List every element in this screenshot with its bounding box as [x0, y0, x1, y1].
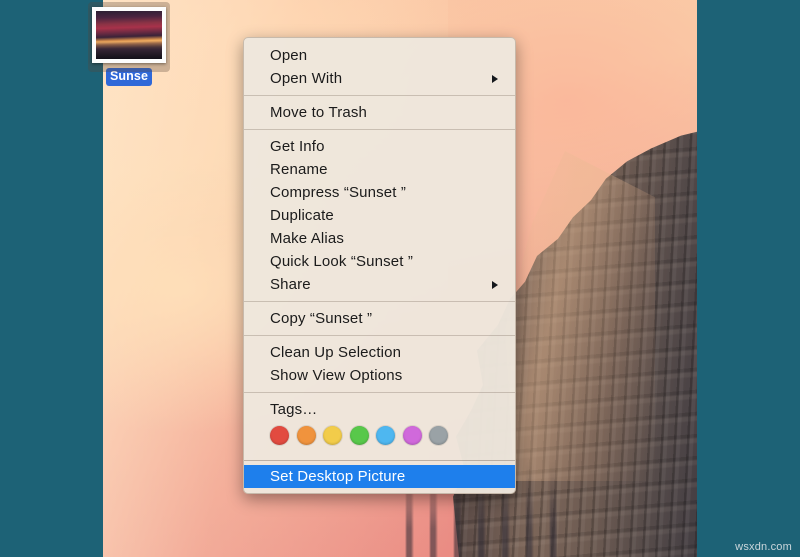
menu-item-make-alias[interactable]: Make Alias — [244, 227, 515, 250]
menu-item-label: Get Info — [270, 138, 325, 155]
sunset-photo-thumbnail-image — [96, 11, 162, 59]
red-tag[interactable] — [270, 426, 289, 445]
menu-item-rename[interactable]: Rename — [244, 158, 515, 181]
menu-group-tags: Tags… — [244, 397, 515, 455]
menu-group-view: Clean Up Selection Show View Options — [244, 340, 515, 388]
menu-item-label: Open — [270, 47, 308, 64]
menu-item-open-with[interactable]: Open With — [244, 67, 515, 90]
menu-item-label: Share — [270, 276, 311, 293]
menu-separator — [244, 335, 515, 336]
yellow-tag[interactable] — [323, 426, 342, 445]
menu-item-label: Quick Look “Sunset ” — [270, 253, 414, 270]
menu-item-label: Tags… — [270, 401, 318, 418]
menu-group-file-actions: Get Info Rename Compress “Sunset ” Dupli… — [244, 134, 515, 297]
watermark: wsxdn.com — [735, 541, 792, 553]
menu-item-label: Clean Up Selection — [270, 344, 402, 361]
purple-tag[interactable] — [402, 426, 422, 445]
menu-item-duplicate[interactable]: Duplicate — [244, 204, 515, 227]
menu-separator — [244, 392, 515, 393]
tag-color-swatches[interactable] — [244, 421, 515, 454]
blue-tag[interactable] — [376, 426, 395, 445]
menu-item-label: Move to Trash — [270, 104, 367, 121]
orange-tag[interactable] — [296, 426, 316, 445]
chevron-right-icon — [492, 74, 498, 83]
menu-group-open: Open Open With — [244, 43, 515, 91]
desktop-file-icon-sunset[interactable]: Sunse — [88, 2, 170, 86]
gray-tag[interactable] — [429, 426, 448, 445]
green-tag[interactable] — [349, 426, 369, 445]
menu-item-open[interactable]: Open — [244, 44, 515, 67]
menu-item-set-desktop-picture[interactable]: Set Desktop Picture — [244, 465, 515, 488]
menu-item-copy[interactable]: Copy “Sunset ” — [244, 307, 515, 330]
menu-item-compress[interactable]: Compress “Sunset ” — [244, 181, 515, 204]
menu-item-label: Compress “Sunset ” — [270, 184, 407, 201]
menu-item-label: Show View Options — [270, 367, 403, 384]
menu-item-label: Rename — [270, 161, 328, 178]
menu-group-copy: Copy “Sunset ” — [244, 306, 515, 331]
menu-item-label: Copy “Sunset ” — [270, 310, 373, 327]
menu-item-label: Open With — [270, 70, 343, 87]
menu-item-label: Set Desktop Picture — [270, 468, 406, 485]
menu-item-share[interactable]: Share — [244, 273, 515, 296]
menu-separator — [244, 460, 515, 461]
menu-group-desktop-picture: Set Desktop Picture — [244, 464, 515, 489]
menu-item-quick-look[interactable]: Quick Look “Sunset ” — [244, 250, 515, 273]
menu-item-show-view-options[interactable]: Show View Options — [244, 364, 515, 387]
menu-separator — [244, 129, 515, 130]
menu-item-label: Make Alias — [270, 230, 345, 247]
file-icon-thumbnail — [92, 7, 166, 63]
cliff-lit-face — [505, 151, 655, 481]
menu-item-label: Duplicate — [270, 207, 334, 224]
menu-item-get-info[interactable]: Get Info — [244, 135, 515, 158]
menu-separator — [244, 301, 515, 302]
menu-item-move-to-trash[interactable]: Move to Trash — [244, 101, 515, 124]
chevron-right-icon — [492, 280, 498, 289]
context-menu[interactable]: Open Open With Move to Trash Get Info Re… — [243, 37, 516, 494]
menu-item-tags[interactable]: Tags… — [244, 398, 515, 421]
menu-group-trash: Move to Trash — [244, 100, 515, 125]
menu-item-clean-up-selection[interactable]: Clean Up Selection — [244, 341, 515, 364]
menu-separator — [244, 95, 515, 96]
